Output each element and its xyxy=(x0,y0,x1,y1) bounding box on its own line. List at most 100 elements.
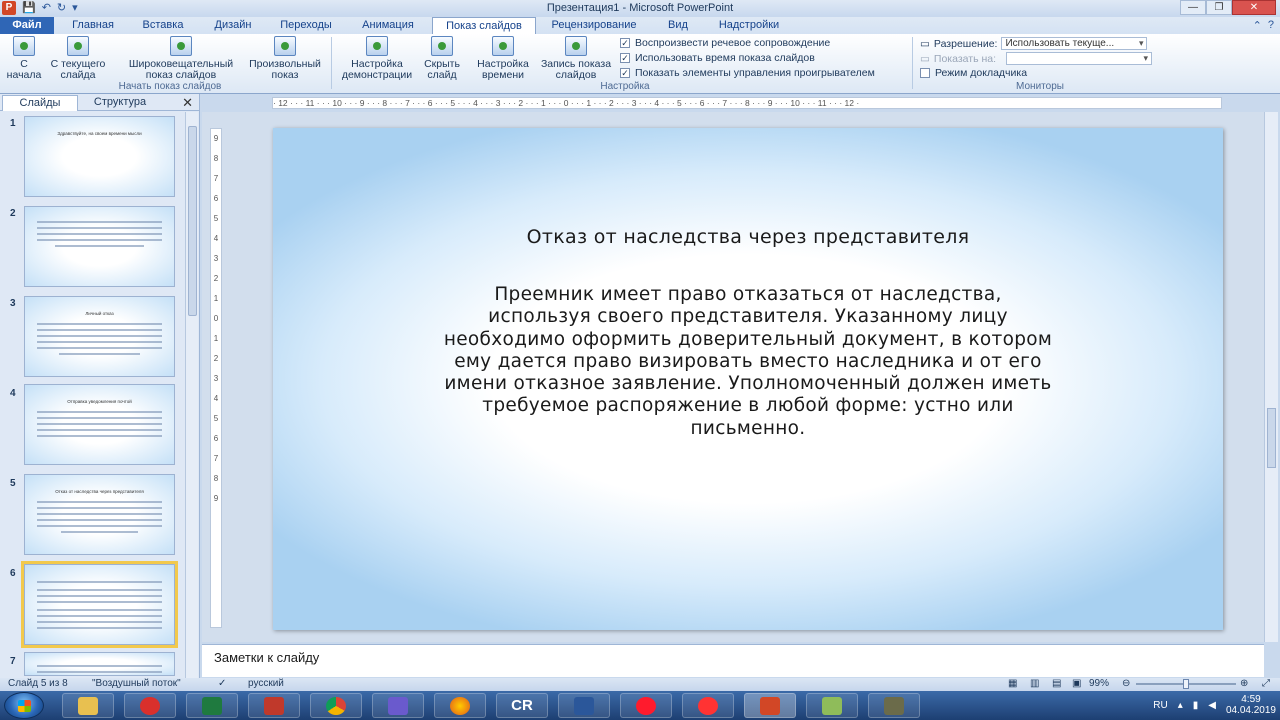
tab-insert[interactable]: Вставка xyxy=(130,17,196,34)
slide-number: 6 xyxy=(10,568,16,579)
word-taskbar-icon[interactable] xyxy=(558,693,610,718)
tab-review[interactable]: Рецензирование xyxy=(542,17,646,34)
slideshow-view-icon[interactable]: ▣ xyxy=(1072,678,1081,690)
windows-taskbar: CR RU ▴ ▮ ◀ 4:59 04.04.2019 xyxy=(0,691,1280,720)
checkbox-presenter-view[interactable]: Режим докладчика xyxy=(920,67,1027,79)
record-show-button[interactable]: Запись показа слайдов xyxy=(536,36,616,81)
play-from-start-icon xyxy=(13,36,35,56)
tab-home[interactable]: Главная xyxy=(62,17,124,34)
checkbox-narration-box[interactable]: ✓ xyxy=(620,38,630,48)
reading-view-icon[interactable]: ▤ xyxy=(1052,678,1061,690)
custom-show-button[interactable]: Произвольный показ xyxy=(244,36,326,81)
slide-thumbnail-6[interactable] xyxy=(21,561,178,648)
powerpoint-taskbar-icon[interactable] xyxy=(744,693,796,718)
tab-design[interactable]: Дизайн xyxy=(202,17,264,34)
camera-taskbar-icon[interactable] xyxy=(868,693,920,718)
pdf-taskbar-icon[interactable] xyxy=(248,693,300,718)
rehearse-timings-button[interactable]: Настройка времени xyxy=(472,36,534,81)
close-app-taskbar-icon[interactable] xyxy=(124,693,176,718)
language-indicator[interactable]: RU xyxy=(1153,700,1167,711)
zoom-slider[interactable] xyxy=(1136,679,1236,689)
checkbox-media-controls[interactable]: ✓ Показать элементы управления проигрыва… xyxy=(620,67,875,79)
tab-addins[interactable]: Надстройки xyxy=(708,17,790,34)
scrollbar-thumb[interactable] xyxy=(188,126,197,316)
pane-close-icon[interactable]: ✕ xyxy=(182,95,193,111)
scrollbar-thumb[interactable] xyxy=(1267,408,1276,468)
zoom-level[interactable]: 99% xyxy=(1089,678,1109,690)
slide-title[interactable]: Отказ от наследства через представителя xyxy=(273,226,1223,248)
slides-pane-scrollbar[interactable] xyxy=(185,112,198,678)
checkbox-media-controls-box[interactable]: ✓ xyxy=(620,68,630,78)
ribbon-right-icons: ⌃ ? xyxy=(1253,19,1274,32)
broadcast-icon xyxy=(170,36,192,56)
monitor-icon: ▭ xyxy=(920,52,930,65)
hide-slide-button[interactable]: Скрыть слайд xyxy=(420,36,464,81)
from-start-button[interactable]: С начала xyxy=(2,36,46,81)
slide-number: 2 xyxy=(10,208,16,219)
broadcast-button[interactable]: Широковещательный показ слайдов xyxy=(120,36,242,81)
slide-counter: Слайд 5 из 8 xyxy=(8,678,68,689)
tab-transitions[interactable]: Переходы xyxy=(270,17,342,34)
slide-thumbnail-2[interactable] xyxy=(24,206,175,287)
slide-thumbnail-3[interactable]: Личный отказ xyxy=(24,296,175,377)
slide-thumbnail-5[interactable]: Отказ от наследства через представителя xyxy=(24,474,175,555)
zoom-out-icon[interactable]: ⊖ xyxy=(1122,678,1130,690)
tab-file[interactable]: Файл xyxy=(0,17,54,34)
tab-outline[interactable]: Структура xyxy=(82,95,158,111)
language-indicator[interactable]: русский xyxy=(248,678,284,690)
slide-thumbnail-4[interactable]: Отправка уведомления почтой xyxy=(24,384,175,465)
yandex-taskbar-icon[interactable] xyxy=(682,693,734,718)
slide-thumbnail-7[interactable] xyxy=(24,652,175,676)
tray-arrow-icon[interactable]: ▴ xyxy=(1178,700,1183,711)
slide-thumbnail-1[interactable]: Здравствуйте, на своем времени мысли xyxy=(24,116,175,197)
excel-taskbar-icon[interactable] xyxy=(186,693,238,718)
checkbox-timings[interactable]: ✓ Использовать время показа слайдов xyxy=(620,52,815,64)
normal-view-icon[interactable]: ▦ xyxy=(1008,678,1017,690)
network-icon[interactable]: ▮ xyxy=(1193,700,1199,711)
chrome-taskbar-icon[interactable] xyxy=(310,693,362,718)
status-bar: Слайд 5 из 8 "Воздушный поток" ✓ русский… xyxy=(0,678,1280,691)
show-on-dropdown[interactable] xyxy=(1006,52,1153,65)
tab-view[interactable]: Вид xyxy=(656,17,700,34)
checkbox-presenter-view-box[interactable] xyxy=(920,68,930,78)
restore-button[interactable]: ❐ xyxy=(1206,0,1232,15)
tab-slides[interactable]: Слайды xyxy=(2,95,78,111)
folder-taskbar-icon[interactable] xyxy=(806,693,858,718)
group-label-start: Начать показ слайдов xyxy=(118,81,222,92)
slide-number: 3 xyxy=(10,298,16,309)
volume-icon[interactable]: ◀ xyxy=(1208,700,1216,711)
zoom-slider-handle[interactable] xyxy=(1183,679,1189,689)
system-tray: RU ▴ ▮ ◀ 4:59 04.04.2019 xyxy=(1153,694,1276,716)
checkbox-timings-box[interactable]: ✓ xyxy=(620,53,630,63)
resolution-dropdown[interactable]: Использовать текуще... xyxy=(1001,37,1148,50)
spellcheck-icon[interactable]: ✓ xyxy=(218,678,226,690)
firefox-taskbar-icon[interactable] xyxy=(434,693,486,718)
slide-scrollbar[interactable] xyxy=(1264,112,1278,642)
cr-taskbar-icon[interactable]: CR xyxy=(496,693,548,718)
powerpoint-save-taskbar-icon[interactable] xyxy=(372,693,424,718)
from-current-button[interactable]: С текущего слайда xyxy=(50,36,106,81)
window-title: Презентация1 - Microsoft PowerPoint xyxy=(546,2,734,14)
explorer-taskbar-icon[interactable] xyxy=(62,693,114,718)
collapse-ribbon-icon[interactable]: ⌃ xyxy=(1253,19,1262,32)
clock[interactable]: 4:59 04.04.2019 xyxy=(1226,694,1276,716)
close-button[interactable]: ✕ xyxy=(1232,0,1276,15)
rehearse-timings-icon xyxy=(492,36,514,56)
tab-animation[interactable]: Анимация xyxy=(350,17,426,34)
help-icon[interactable]: ? xyxy=(1268,19,1274,32)
opera-taskbar-icon[interactable] xyxy=(620,693,672,718)
slide-sorter-icon[interactable]: ▥ xyxy=(1030,678,1039,690)
start-button[interactable] xyxy=(4,692,44,719)
tab-slideshow[interactable]: Показ слайдов xyxy=(432,17,536,34)
checkbox-narration[interactable]: ✓ Воспроизвести речевое сопровождение xyxy=(620,37,830,49)
theme-name: "Воздушный поток" xyxy=(92,678,181,689)
minimize-button[interactable]: — xyxy=(1180,0,1206,15)
notes-pane[interactable]: Заметки к слайду xyxy=(202,644,1264,677)
fit-to-window-icon[interactable]: ⤢ xyxy=(1262,678,1270,690)
resolution-row: ▭ Разрешение: Использовать текуще... xyxy=(920,37,1148,50)
slide-body-text[interactable]: Преемник имеет право отказаться от насле… xyxy=(443,284,1053,440)
horizontal-ruler: · 12 · · · 11 · · · 10 · · · 9 · · · 8 ·… xyxy=(272,97,1222,109)
zoom-in-icon[interactable]: ⊕ xyxy=(1240,678,1248,690)
setup-show-button[interactable]: Настройка демонстрации xyxy=(336,36,418,81)
slide-canvas[interactable]: Отказ от наследства через представителя … xyxy=(273,128,1223,630)
